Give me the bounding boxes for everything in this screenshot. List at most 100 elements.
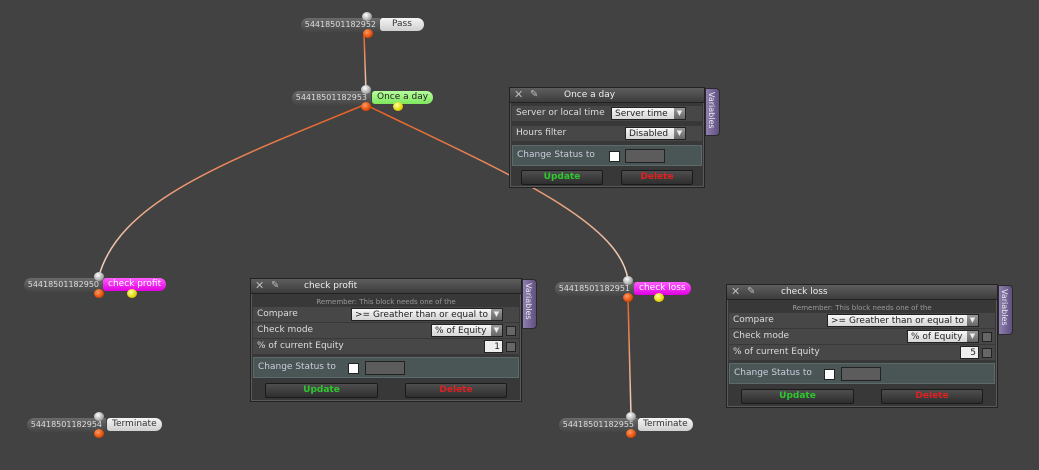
node-terminate-loss[interactable]: 54418501182955 Terminate	[558, 412, 694, 438]
compare-value: >= Greather than or equal to	[355, 310, 489, 320]
row-server-time: Server or local time Server time ▼	[512, 106, 702, 121]
equity-checkbox[interactable]	[506, 342, 516, 352]
update-button[interactable]: Update	[265, 383, 378, 398]
output-port[interactable]	[623, 293, 633, 302]
pin-icon[interactable]: ✎	[271, 279, 279, 293]
pin-icon[interactable]: ✎	[747, 285, 755, 299]
status-color-swatch[interactable]	[625, 149, 665, 163]
node-label: Once a day	[372, 91, 434, 104]
node-pass[interactable]: 54418501182952 Pass	[300, 12, 424, 38]
check-mode-checkbox[interactable]	[982, 332, 992, 342]
compare-value: >= Greather than or equal to	[831, 316, 965, 326]
change-status-row: Change Status to	[729, 363, 995, 384]
compare-label: Compare	[733, 315, 774, 325]
row-equity: % of current Equity 1	[253, 339, 519, 354]
server-time-value: Server time	[615, 109, 668, 119]
variables-tab[interactable]: Variables	[705, 88, 720, 136]
node-label: Pass	[380, 18, 424, 31]
panel-title: check loss	[781, 287, 828, 297]
delete-button[interactable]: Delete	[405, 383, 507, 398]
hours-filter-select[interactable]: Disabled ▼	[625, 127, 686, 140]
panel-header[interactable]: ✕ ✎ Once a day	[510, 88, 704, 103]
chevron-down-icon: ▼	[967, 331, 978, 342]
equity-label: % of current Equity	[257, 341, 344, 351]
panel-header[interactable]: ✕ ✎ check profit	[251, 279, 521, 294]
chevron-down-icon: ▼	[491, 325, 502, 336]
change-status-label: Change Status to	[258, 362, 336, 372]
status-color-swatch[interactable]	[841, 367, 881, 381]
compare-select[interactable]: >= Greather than or equal to ▼	[351, 308, 503, 321]
server-time-select[interactable]: Server time ▼	[611, 107, 686, 120]
wire-pass-to-once	[363, 33, 367, 93]
input-port[interactable]	[626, 412, 636, 421]
delete-button[interactable]: Delete	[621, 170, 693, 185]
status-port[interactable]	[393, 102, 403, 111]
change-status-row: Change Status to	[253, 357, 519, 378]
change-status-checkbox[interactable]	[824, 369, 835, 380]
row-check-mode: Check mode % of Equity ▼	[729, 329, 995, 344]
equity-label: % of current Equity	[733, 347, 820, 357]
chevron-down-icon: ▼	[674, 128, 685, 139]
equity-checkbox[interactable]	[982, 348, 992, 358]
node-label: Terminate	[638, 418, 693, 431]
hours-filter-label: Hours filter	[516, 128, 567, 138]
variables-tab[interactable]: Variables	[998, 285, 1013, 335]
input-port[interactable]	[623, 276, 633, 285]
check-mode-value: % of Equity	[435, 326, 487, 336]
variables-tab[interactable]: Variables	[522, 279, 537, 329]
close-icon[interactable]: ✕	[731, 285, 740, 299]
compare-label: Compare	[257, 309, 298, 319]
node-label: check loss	[634, 282, 691, 295]
wire-loss-to-terminate	[627, 297, 632, 416]
block-note: Remember: This block needs one of the	[316, 298, 456, 306]
hours-filter-value: Disabled	[629, 129, 669, 139]
input-port[interactable]	[94, 272, 104, 281]
chevron-down-icon: ▼	[967, 315, 978, 326]
check-mode-select[interactable]: % of Equity ▼	[431, 324, 503, 337]
delete-button[interactable]: Delete	[881, 389, 983, 404]
input-port[interactable]	[362, 12, 372, 21]
row-compare: Compare >= Greather than or equal to ▼	[729, 313, 995, 328]
panel-header[interactable]: ✕ ✎ check loss	[727, 285, 997, 300]
input-port[interactable]	[94, 412, 104, 421]
update-button[interactable]: Update	[521, 170, 603, 185]
check-mode-select[interactable]: % of Equity ▼	[907, 330, 979, 343]
output-port[interactable]	[94, 289, 104, 298]
equity-input[interactable]: 1	[484, 340, 503, 353]
input-port[interactable]	[361, 85, 371, 94]
row-check-mode: Check mode % of Equity ▼	[253, 323, 519, 338]
equity-input[interactable]: 5	[960, 346, 979, 359]
wire-once-to-profit	[98, 104, 365, 277]
output-port[interactable]	[363, 29, 373, 38]
panel-check-profit: ✕ ✎ check profit Variables Remember: Thi…	[250, 278, 537, 402]
close-icon[interactable]: ✕	[255, 279, 264, 293]
compare-select[interactable]: >= Greather than or equal to ▼	[827, 314, 979, 327]
node-check-loss[interactable]: 54418501182951 check loss	[554, 276, 693, 302]
check-mode-checkbox[interactable]	[506, 326, 516, 336]
status-port[interactable]	[654, 293, 664, 302]
pin-icon[interactable]: ✎	[530, 88, 538, 102]
change-status-label: Change Status to	[734, 368, 812, 378]
output-port[interactable]	[94, 429, 104, 438]
change-status-checkbox[interactable]	[348, 363, 359, 374]
check-mode-label: Check mode	[733, 331, 790, 341]
row-compare: Compare >= Greather than or equal to ▼	[253, 307, 519, 322]
status-port[interactable]	[127, 289, 137, 298]
panel-title: Once a day	[564, 90, 616, 100]
output-port[interactable]	[361, 102, 371, 111]
node-id: 54418501182950	[23, 278, 103, 292]
change-status-checkbox[interactable]	[609, 151, 620, 162]
row-equity: % of current Equity 5	[729, 345, 995, 360]
row-hours-filter: Hours filter Disabled ▼	[512, 126, 702, 141]
chevron-down-icon: ▼	[674, 108, 685, 119]
close-icon[interactable]: ✕	[514, 88, 523, 102]
output-port[interactable]	[626, 429, 636, 438]
update-button[interactable]: Update	[741, 389, 854, 404]
panel-title: check profit	[304, 281, 358, 291]
node-once-a-day[interactable]: 54418501182953 Once a day	[291, 85, 434, 111]
node-check-profit[interactable]: 54418501182950 check profit	[23, 272, 168, 298]
status-color-swatch[interactable]	[365, 361, 405, 375]
variables-tab-label: Variables	[524, 283, 533, 320]
server-time-label: Server or local time	[516, 108, 605, 118]
node-terminate-profit[interactable]: 54418501182954 Terminate	[26, 412, 162, 438]
